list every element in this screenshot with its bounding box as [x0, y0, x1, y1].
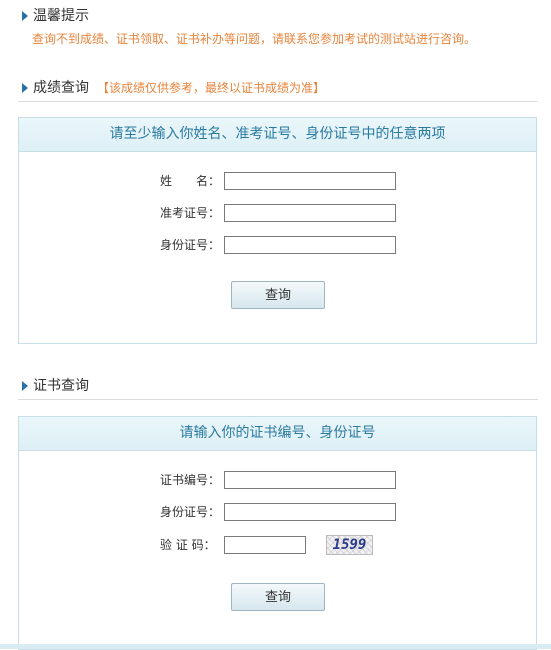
cert-id-label: 身份证号：	[160, 505, 221, 519]
captcha-label: 验 证 码：	[160, 538, 216, 552]
captcha-image[interactable]: 1599	[326, 535, 373, 555]
cert-panel-header: 请输入你的证书编号、身份证号	[19, 417, 536, 451]
cert-no-input[interactable]	[224, 471, 396, 489]
divider	[18, 399, 538, 400]
score-section-title-text: 成绩查询	[33, 80, 89, 96]
id-input[interactable]	[224, 236, 396, 254]
tip-text: 查询不到成绩、证书领取、证书补办等问题，请联系您参加考试的测试站进行咨询。	[32, 32, 477, 46]
score-query-panel: 请至少输入你姓名、准考证号、身份证号中的任意两项	[18, 117, 537, 344]
score-section-title: 成绩查询 【该成绩仅供参考，最终以证书成绩为准】	[33, 79, 325, 97]
exam-no-label: 准考证号：	[160, 206, 221, 220]
bottom-bar	[0, 644, 551, 649]
name-input[interactable]	[224, 172, 396, 190]
score-section-note: 【该成绩仅供参考，最终以证书成绩为准】	[97, 81, 326, 95]
cert-id-input[interactable]	[224, 503, 396, 521]
name-label: 姓 名：	[160, 174, 221, 188]
captcha-input[interactable]	[224, 536, 306, 554]
tip-title: 温馨提示	[33, 8, 89, 24]
triangle-bullet-icon	[22, 83, 28, 93]
cert-query-button[interactable]: 查询	[231, 583, 325, 611]
cert-no-label: 证书编号：	[160, 473, 221, 487]
triangle-bullet-icon	[22, 381, 28, 391]
score-panel-header: 请至少输入你姓名、准考证号、身份证号中的任意两项	[19, 118, 536, 152]
exam-no-input[interactable]	[224, 204, 396, 222]
divider	[18, 101, 538, 102]
triangle-bullet-icon	[22, 11, 28, 21]
cert-section-title: 证书查询	[33, 378, 89, 394]
score-query-button[interactable]: 查询	[231, 281, 325, 309]
id-label: 身份证号：	[160, 238, 221, 252]
cert-query-panel: 请输入你的证书编号、身份证号	[18, 416, 537, 650]
